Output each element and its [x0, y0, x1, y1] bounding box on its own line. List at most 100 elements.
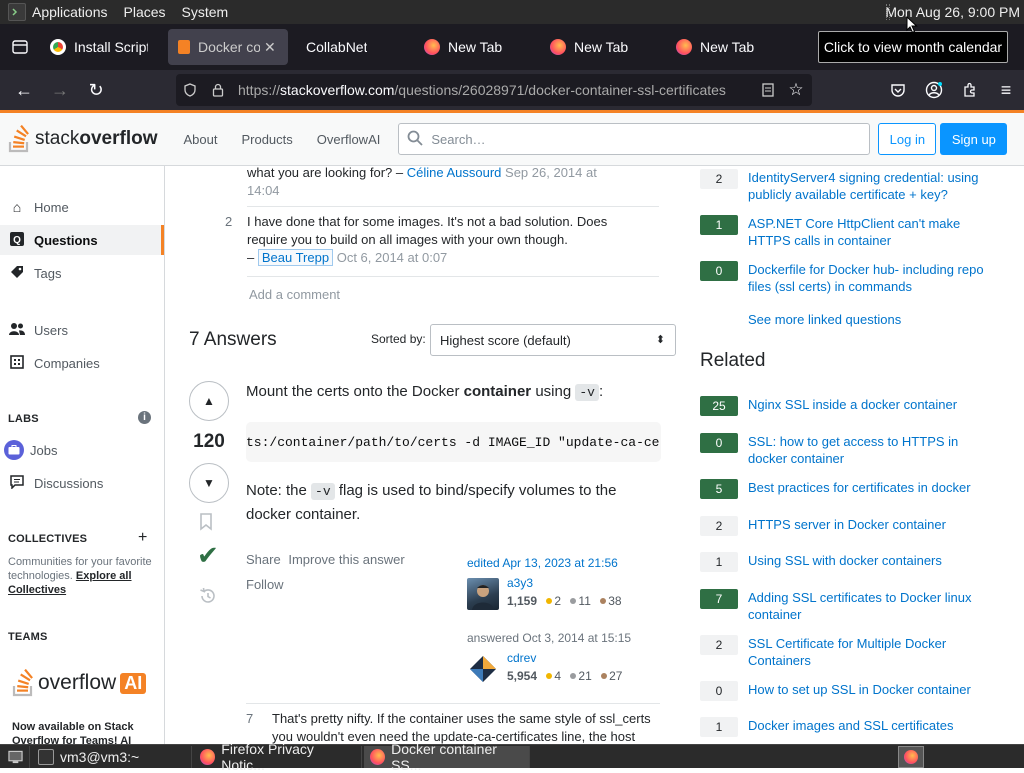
- reload-icon[interactable]: ↻: [78, 74, 114, 106]
- signup-button[interactable]: Sign up: [940, 123, 1008, 155]
- sidebar-item-label: Tags: [34, 265, 62, 281]
- close-tab-icon[interactable]: ✕: [264, 39, 276, 56]
- extensions-icon[interactable]: [952, 74, 988, 106]
- sort-select[interactable]: Highest score (default) ⬍: [430, 324, 676, 356]
- sidebar-item-discussions[interactable]: Discussions: [0, 468, 164, 498]
- upvote-button[interactable]: ▲: [189, 381, 229, 421]
- sidebar-item-questions[interactable]: Q Questions: [0, 225, 164, 255]
- applications-menu[interactable]: Applications: [32, 4, 108, 20]
- question-title[interactable]: SSL: how to get access to HTTPS in docke…: [748, 433, 998, 467]
- question-title[interactable]: Nginx SSL inside a docker container: [748, 396, 998, 413]
- shield-icon[interactable]: [176, 83, 204, 97]
- comment-date[interactable]: Oct 6, 2014 at 0:07: [337, 250, 448, 265]
- question-title[interactable]: IdentityServer4 signing credential: usin…: [748, 169, 998, 203]
- question-score: 2: [700, 516, 738, 536]
- improve-answer-link[interactable]: Improve this answer: [288, 552, 404, 567]
- search-input[interactable]: Search…: [398, 123, 871, 155]
- login-button[interactable]: Log in: [878, 123, 937, 155]
- user-name[interactable]: a3y3: [507, 576, 533, 590]
- tab-new-2[interactable]: New Tab: [540, 29, 666, 65]
- nav-products[interactable]: Products: [229, 132, 304, 147]
- answer-text: flag is used to bind/specify volumes to …: [338, 482, 617, 499]
- share-link[interactable]: Share: [246, 552, 281, 567]
- bookmark-star-icon[interactable]: ☆: [782, 80, 810, 100]
- jobs-icon: [4, 440, 24, 460]
- comment-item: 2 I have done that for some images. It's…: [225, 213, 657, 267]
- comment-date[interactable]: Sep 26, 2014 at: [505, 166, 597, 180]
- follow-link[interactable]: Follow: [246, 577, 284, 592]
- account-icon[interactable]: [916, 74, 952, 106]
- question-title[interactable]: Adding SSL certificates to Docker linux …: [748, 589, 998, 623]
- add-comment-link[interactable]: Add a comment: [249, 287, 340, 302]
- pocket-icon[interactable]: [880, 74, 916, 106]
- firefox-icon: [676, 39, 692, 55]
- sidebar-item-label: Companies: [34, 355, 100, 371]
- lock-icon[interactable]: [204, 83, 232, 97]
- edited-timestamp[interactable]: edited Apr 13, 2023 at 21:56: [467, 556, 667, 570]
- answer-text: :: [598, 383, 604, 400]
- hamburger-menu-icon[interactable]: ≡: [988, 74, 1024, 106]
- add-collective-icon[interactable]: +: [138, 529, 147, 547]
- show-desktop-icon[interactable]: [2, 745, 30, 768]
- forward-icon[interactable]: →: [42, 74, 78, 106]
- question-title[interactable]: Dockerfile for Docker hub- including rep…: [748, 261, 998, 295]
- search-placeholder: Search…: [431, 131, 486, 147]
- taskbar-terminal[interactable]: vm3@vm3:~: [32, 745, 192, 768]
- nav-overflowai[interactable]: OverflowAI: [305, 132, 393, 147]
- nav-about[interactable]: About: [171, 132, 229, 147]
- question-title[interactable]: SSL Certificate for Multiple Docker Cont…: [748, 635, 998, 669]
- system-menu[interactable]: System: [182, 4, 229, 20]
- question-title[interactable]: Docker images and SSL certificates: [748, 717, 998, 734]
- stackoverflow-logo[interactable]: stack overflow: [8, 125, 157, 153]
- sidebar-item-jobs[interactable]: Jobs: [0, 435, 164, 465]
- see-more-linked-link[interactable]: See more linked questions: [748, 312, 901, 327]
- back-icon[interactable]: ←: [6, 74, 42, 106]
- companies-icon: [8, 354, 26, 372]
- user-name[interactable]: cdrev: [507, 651, 536, 665]
- code-block[interactable]: ts:/container/path/to/certs -d IMAGE_ID …: [246, 422, 661, 462]
- list-all-tabs-icon[interactable]: [0, 24, 40, 70]
- tab-new-1[interactable]: New Tab: [414, 29, 540, 65]
- taskbar-docker-container[interactable]: Docker container SS...: [364, 741, 530, 773]
- info-icon[interactable]: i: [138, 411, 151, 424]
- questions-icon: Q: [8, 231, 26, 249]
- avatar[interactable]: [467, 653, 499, 685]
- sidebar-item-users[interactable]: Users: [0, 315, 164, 345]
- inline-code: -v: [575, 384, 599, 401]
- history-icon[interactable]: [198, 586, 218, 611]
- sort-label: Sorted by:: [371, 332, 426, 346]
- downvote-button[interactable]: ▼: [189, 463, 229, 503]
- workspace-switcher[interactable]: [898, 746, 924, 768]
- bookmark-icon[interactable]: [199, 513, 213, 536]
- question-title[interactable]: Best practices for certificates in docke…: [748, 479, 998, 496]
- sidebar-item-companies[interactable]: Companies: [0, 348, 164, 378]
- tab-install-script[interactable]: Install Script f: [40, 29, 158, 65]
- comment-author[interactable]: Beau Trepp: [257, 249, 334, 266]
- question-title[interactable]: ASP.NET Core HttpClient can't make HTTPS…: [748, 215, 998, 249]
- tab-collabnet[interactable]: CollabNet: [296, 29, 414, 65]
- overflow-ai-logo[interactable]: overflow AI: [12, 669, 147, 697]
- tab-new-3[interactable]: New Tab: [666, 29, 792, 65]
- answer-note: Note: the -v flag is used to bind/specif…: [246, 479, 666, 526]
- sidebar-item-home[interactable]: ⌂ Home: [0, 192, 164, 222]
- reader-view-icon[interactable]: [754, 83, 782, 97]
- question-title[interactable]: HTTPS server in Docker container: [748, 516, 998, 533]
- tab-docker-container[interactable]: Docker cont ✕: [168, 29, 288, 65]
- so-top-nav: About Products OverflowAI: [171, 132, 392, 147]
- bronze-count: 38: [608, 594, 622, 608]
- question-title[interactable]: How to set up SSL in Docker container: [748, 681, 998, 698]
- silver-badge-icon: [570, 598, 577, 605]
- sidebar-item-tags[interactable]: Tags: [0, 258, 164, 288]
- avatar[interactable]: [467, 578, 499, 610]
- comment-text: what you are looking for? –: [247, 166, 404, 180]
- places-menu[interactable]: Places: [124, 4, 166, 20]
- question-title[interactable]: Using SSL with docker containers: [748, 552, 998, 569]
- comment-author[interactable]: Céline Aussourd: [407, 166, 502, 180]
- comments-divider: [246, 703, 660, 704]
- taskbar-firefox-privacy[interactable]: Firefox Privacy Notic...: [194, 741, 362, 773]
- terminal-app-icon[interactable]: [8, 3, 26, 21]
- answered-timestamp[interactable]: answered Oct 3, 2014 at 15:15: [467, 631, 667, 645]
- comment-score: 2: [225, 214, 233, 229]
- tag-icon: [8, 265, 26, 282]
- url-bar[interactable]: https://stackoverflow.com/questions/2602…: [176, 74, 812, 106]
